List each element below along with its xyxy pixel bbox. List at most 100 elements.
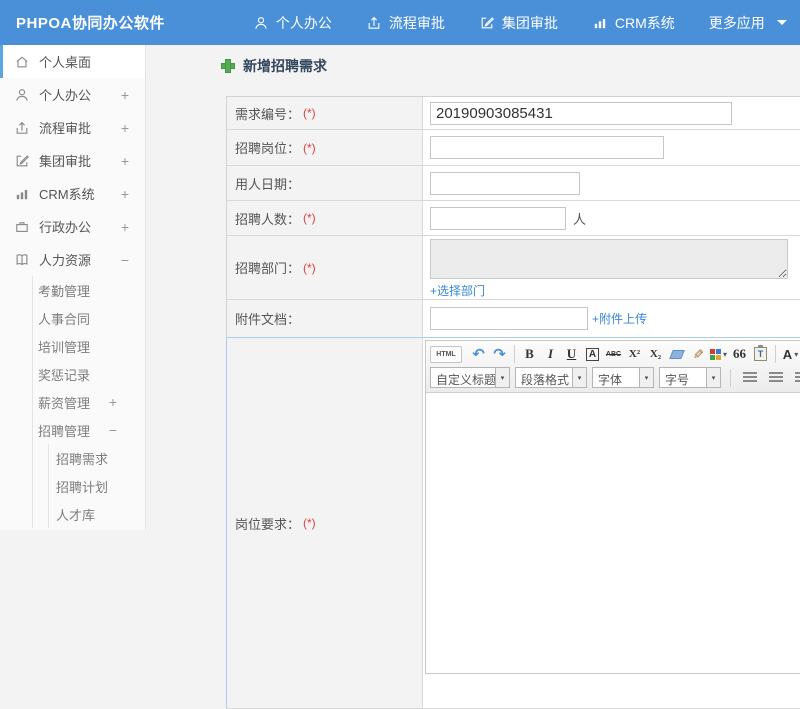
attachment-upload-link[interactable]: +附件上传: [592, 310, 647, 327]
sidebar-item-label: 人事合同: [38, 309, 90, 328]
required-marker: (*): [303, 211, 316, 225]
sidebar-item-training-mgmt[interactable]: 培训管理: [0, 332, 145, 360]
paragraph-format-select[interactable]: 段落格式▾: [515, 367, 587, 388]
sidebar-item-label: 个人桌面: [39, 52, 91, 71]
caret-down-icon: ▾: [723, 350, 727, 359]
undo-button[interactable]: ↶: [468, 344, 489, 364]
nav-item-group-approval[interactable]: 集团审批: [479, 13, 558, 33]
text-color-button[interactable]: ▾: [708, 344, 729, 364]
collapse-minus-icon[interactable]: −: [121, 252, 129, 268]
editor-toolbar-row1: HTML↶↷BIUAABCX²X₂✎▾66TA▾a: [426, 341, 800, 367]
expand-plus-icon[interactable]: +: [109, 394, 117, 410]
font-size-select[interactable]: 字号▾: [659, 367, 721, 388]
demand-number-input[interactable]: [430, 102, 732, 125]
align-left-button[interactable]: [738, 368, 761, 387]
required-marker: (*): [303, 261, 316, 275]
expand-plus-icon[interactable]: +: [121, 153, 129, 169]
toolbar-separator: [514, 345, 515, 363]
source-code-button[interactable]: HTML: [430, 346, 462, 363]
form-row-attachment: 附件文档： +附件上传: [226, 300, 800, 338]
edit-icon: [14, 153, 30, 169]
nav-item-personal-office[interactable]: 个人办公: [253, 13, 332, 33]
sidebar-item-salary-mgmt[interactable]: 薪资管理+: [0, 388, 145, 416]
paste-text-button[interactable]: T: [750, 344, 771, 364]
chart-icon: [14, 186, 30, 202]
underline-button[interactable]: U: [561, 344, 582, 364]
required-marker: (*): [303, 516, 316, 530]
align-right-button[interactable]: [790, 368, 800, 387]
page-title-bar: 新增招聘需求: [221, 56, 327, 76]
button-glyph: HTML: [436, 351, 455, 358]
sidebar-item-label: CRM系统: [39, 184, 95, 203]
nav-item-crm-system[interactable]: CRM系统: [592, 13, 675, 33]
nav-item-label: 个人办公: [276, 13, 332, 33]
sidebar-item-personal-desktop[interactable]: 个人桌面: [0, 45, 145, 78]
toolbar-separator: [775, 345, 776, 363]
field-label: 招聘岗位：: [235, 138, 300, 157]
sidebar-item-personal-office[interactable]: 个人办公+: [0, 78, 145, 111]
font-border-button[interactable]: A: [582, 344, 603, 364]
page-title: 新增招聘需求: [243, 56, 327, 76]
editor-content-area[interactable]: [426, 393, 800, 673]
brush-glyph: ✎: [690, 349, 706, 360]
caret-down-icon: ▾: [572, 368, 586, 387]
collapse-minus-icon[interactable]: −: [109, 422, 117, 438]
sidebar-item-recruit-demand[interactable]: 招聘需求: [0, 444, 145, 472]
headcount-input[interactable]: [430, 207, 566, 230]
top-nav: 个人办公 流程审批 集团审批 CRM系统 更多应用: [253, 13, 800, 33]
nav-item-workflow-approval[interactable]: 流程审批: [366, 13, 445, 33]
sidebar-item-personnel-contract[interactable]: 人事合同: [0, 304, 145, 332]
italic-button[interactable]: I: [540, 344, 561, 364]
caret-down-icon: ▾: [706, 368, 720, 387]
sidebar-item-label: 人才库: [56, 505, 95, 524]
field-label: 招聘人数：: [235, 209, 300, 228]
sidebar-item-crm-system[interactable]: CRM系统 +: [0, 177, 145, 210]
expand-plus-icon[interactable]: +: [121, 219, 129, 235]
select-value: 字号: [660, 368, 706, 387]
sidebar-item-admin-office[interactable]: 行政办公+: [0, 210, 145, 243]
sidebar-item-talent-pool[interactable]: 人才库: [0, 500, 145, 528]
superscript-button[interactable]: X²: [624, 344, 645, 364]
sidebar-item-label: 奖惩记录: [38, 365, 90, 384]
eraser-button[interactable]: [666, 344, 687, 364]
hr-icon: [14, 252, 30, 268]
sidebar-item-group-approval[interactable]: 集团审批+: [0, 144, 145, 177]
font-family-select[interactable]: 字体▾: [592, 367, 654, 388]
expand-plus-icon[interactable]: +: [121, 120, 129, 136]
app-logo: PHPOA协同办公软件: [16, 12, 165, 33]
caret-down-icon: ▾: [495, 368, 509, 387]
button-glyph: ↷: [493, 345, 506, 363]
redo-button[interactable]: ↷: [489, 344, 510, 364]
sidebar-item-recruit-plan[interactable]: 招聘计划: [0, 472, 145, 500]
nav-item-more-apps[interactable]: 更多应用: [709, 13, 787, 33]
expand-plus-icon[interactable]: +: [121, 186, 129, 202]
department-textarea[interactable]: [430, 239, 788, 279]
sidebar-item-attendance-mgmt[interactable]: 考勤管理: [0, 276, 145, 304]
custom-title-select[interactable]: 自定义标题▾: [430, 367, 510, 388]
sidebar-item-reward-punish-records[interactable]: 奖惩记录: [0, 360, 145, 388]
job-title-input[interactable]: [430, 136, 664, 159]
hire-date-input[interactable]: [430, 172, 580, 195]
align-bars-glyph: [743, 372, 757, 383]
sidebar-item-recruit-mgmt[interactable]: 招聘管理−: [0, 416, 145, 444]
required-marker: (*): [303, 141, 316, 155]
sidebar-item-workflow-approval[interactable]: 流程审批+: [0, 111, 145, 144]
button-glyph: ↶: [472, 345, 485, 363]
field-label: 用人日期：: [235, 174, 300, 193]
expand-plus-icon[interactable]: +: [121, 87, 129, 103]
align-center-button[interactable]: [764, 368, 787, 387]
form-row-headcount: 招聘人数： (*) 人: [226, 201, 800, 236]
sidebar-item-human-resources[interactable]: 人力资源−: [0, 243, 145, 276]
select-department-link[interactable]: +选择部门: [430, 282, 485, 299]
nav-item-label: 更多应用: [709, 13, 765, 33]
strikethrough-button[interactable]: ABC: [603, 344, 624, 364]
attachment-input[interactable]: [430, 307, 588, 330]
format-brush-button[interactable]: ✎: [687, 344, 708, 364]
bold-button[interactable]: B: [519, 344, 540, 364]
subscript-button[interactable]: X₂: [645, 344, 666, 364]
form-row-job-title: 招聘岗位： (*): [226, 130, 800, 166]
blockquote-button[interactable]: 66: [729, 344, 750, 364]
font-color-button[interactable]: A▾: [780, 344, 800, 364]
button-glyph: 66: [733, 346, 746, 362]
home-icon: [14, 54, 30, 70]
